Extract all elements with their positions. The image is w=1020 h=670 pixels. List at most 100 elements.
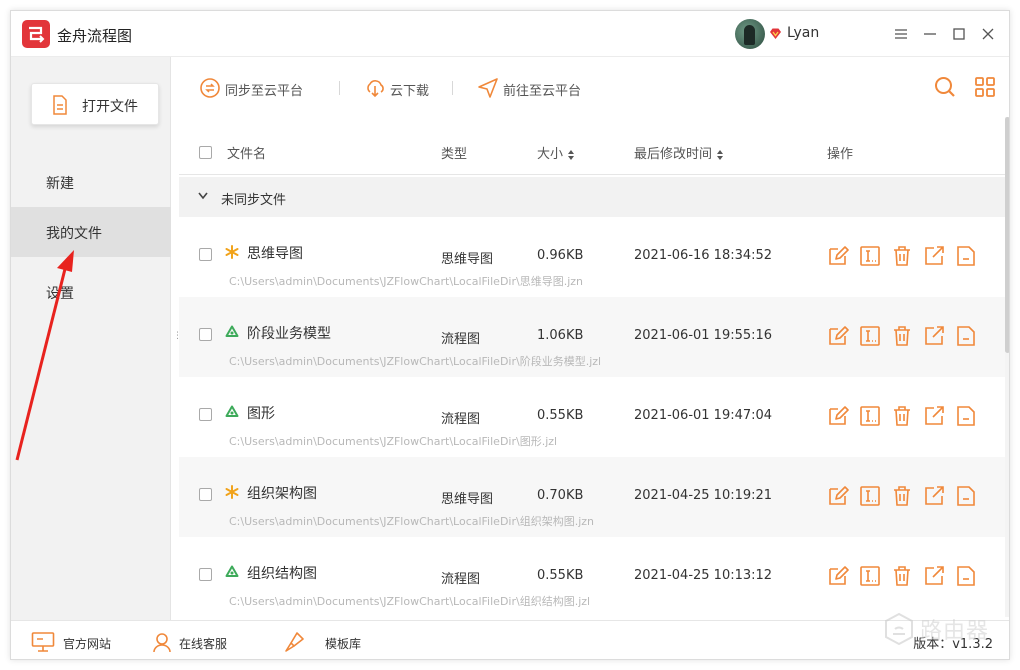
- file-name[interactable]: 图形: [247, 403, 275, 423]
- sidebar-item-settings[interactable]: 设置: [11, 267, 171, 317]
- online-support-label: 在线客服: [179, 637, 228, 651]
- header-size-label: 大小: [537, 147, 564, 162]
- sync-label: 同步至云平台: [225, 84, 304, 99]
- minimize-icon[interactable]: [920, 24, 940, 44]
- sort-icon[interactable]: [567, 149, 575, 161]
- trash-icon[interactable]: [891, 245, 913, 267]
- maximize-icon[interactable]: [949, 24, 969, 44]
- group-unsynced[interactable]: 未同步文件: [179, 177, 1005, 217]
- row-checkbox[interactable]: [199, 248, 212, 261]
- file-size: 1.06KB: [537, 328, 584, 343]
- edit-icon[interactable]: [827, 405, 849, 427]
- app-title: 金舟流程图: [57, 27, 133, 45]
- file-modified: 2021-04-25 10:13:12: [634, 568, 773, 583]
- main-panel: 同步至云平台 云下载 前往至云平台 文件名 类型 大小 最后修改时间 操作 未同…: [179, 57, 1009, 620]
- file-path: C:\Users\admin\Documents\JZFlowChart\Loc…: [229, 275, 583, 288]
- sidebar-item-new[interactable]: 新建: [11, 157, 171, 207]
- save-as-icon[interactable]: [955, 245, 977, 267]
- row-checkbox[interactable]: [199, 488, 212, 501]
- export-icon[interactable]: [923, 565, 945, 587]
- export-icon[interactable]: [923, 245, 945, 267]
- edit-icon[interactable]: [827, 325, 849, 347]
- sidebar-item-label: 我的文件: [46, 226, 102, 242]
- save-as-icon[interactable]: [955, 565, 977, 587]
- save-as-icon[interactable]: [955, 325, 977, 347]
- save-as-icon[interactable]: [955, 405, 977, 427]
- file-name[interactable]: 阶段业务模型: [247, 323, 331, 343]
- file-name[interactable]: 思维导图: [247, 243, 303, 263]
- row-checkbox[interactable]: [199, 408, 212, 421]
- sidebar-item-label: 设置: [46, 286, 74, 302]
- vip-badge-icon: [770, 28, 781, 39]
- sidebar-resize-handle[interactable]: ⋮: [173, 331, 182, 341]
- header-modified-label: 最后修改时间: [634, 147, 713, 162]
- table-row[interactable]: 组织架构图 C:\Users\admin\Documents\JZFlowChar…: [179, 457, 1005, 537]
- file-type: 流程图: [441, 412, 481, 427]
- file-type: 思维导图: [441, 492, 494, 507]
- sort-icon[interactable]: [716, 149, 724, 161]
- export-icon[interactable]: [923, 405, 945, 427]
- file-path: C:\Users\admin\Documents\JZFlowChart\Loc…: [229, 355, 602, 368]
- user-avatar[interactable]: [735, 19, 765, 49]
- rename-icon[interactable]: [859, 405, 881, 427]
- table-row[interactable]: 思维导图 C:\Users\admin\Documents\JZFlowChart…: [179, 217, 1005, 297]
- table-row[interactable]: 图形 C:\Users\admin\Documents\JZFlowChart\L…: [179, 377, 1005, 457]
- official-website-label: 官方网站: [63, 637, 112, 651]
- file-name[interactable]: 组织架构图: [247, 483, 317, 503]
- file-name[interactable]: 组织结构图: [247, 563, 317, 583]
- table-header: 文件名 类型 大小 最后修改时间 操作: [179, 127, 1005, 175]
- trash-icon[interactable]: [891, 565, 913, 587]
- close-icon[interactable]: [978, 24, 998, 44]
- watermark-logo: 路由器: [880, 610, 1010, 650]
- row-checkbox[interactable]: [199, 568, 212, 581]
- file-icon: [53, 95, 67, 115]
- trash-icon[interactable]: [891, 325, 913, 347]
- edit-icon[interactable]: [827, 245, 849, 267]
- header-modified[interactable]: 最后修改时间: [634, 143, 724, 162]
- goto-cloud-label: 前往至云平台: [503, 84, 582, 99]
- export-icon[interactable]: [923, 485, 945, 507]
- rename-icon[interactable]: [859, 325, 881, 347]
- select-all-checkbox[interactable]: [199, 146, 212, 159]
- search-icon[interactable]: [933, 75, 957, 99]
- scrollbar-thumb[interactable]: [1005, 117, 1009, 353]
- open-file-button[interactable]: 打开文件: [31, 83, 159, 125]
- rename-icon[interactable]: [859, 485, 881, 507]
- sidebar-item-my-files[interactable]: 我的文件: [11, 207, 171, 257]
- grid-view-icon[interactable]: [973, 75, 997, 99]
- sync-icon: [200, 78, 220, 98]
- mindmap-star-icon: [225, 485, 239, 499]
- header-type[interactable]: 类型: [441, 143, 467, 162]
- chevron-down-icon[interactable]: [197, 191, 209, 201]
- header-size[interactable]: 大小: [537, 143, 575, 162]
- open-file-label: 打开文件: [82, 99, 138, 115]
- trash-icon[interactable]: [891, 485, 913, 507]
- trash-icon[interactable]: [891, 405, 913, 427]
- file-modified: 2021-06-01 19:55:16: [634, 328, 773, 343]
- table-row[interactable]: 组织结构图 C:\Users\admin\Documents\JZFlowChar…: [179, 537, 1005, 617]
- rename-icon[interactable]: [859, 245, 881, 267]
- user-name[interactable]: Lyan: [787, 25, 819, 41]
- group-label: 未同步文件: [221, 193, 287, 208]
- row-checkbox[interactable]: [199, 328, 212, 341]
- footer: 官方网站 在线客服 模板库 版本：v1.3.2: [11, 620, 1009, 659]
- header-name[interactable]: 文件名: [227, 143, 266, 162]
- edit-icon[interactable]: [827, 485, 849, 507]
- title-bar: 金舟流程图 Lyan: [11, 11, 1009, 57]
- menu-icon[interactable]: [891, 24, 911, 44]
- edit-icon[interactable]: [827, 565, 849, 587]
- mindmap-star-icon: [225, 245, 239, 259]
- rename-icon[interactable]: [859, 565, 881, 587]
- save-as-icon[interactable]: [955, 485, 977, 507]
- table-row[interactable]: 阶段业务模型 C:\Users\admin\Documents\JZFlowCha…: [179, 297, 1005, 377]
- export-icon[interactable]: [923, 325, 945, 347]
- sidebar-item-label: 新建: [46, 176, 74, 192]
- file-type: 流程图: [441, 332, 481, 347]
- file-type: 思维导图: [441, 252, 494, 267]
- scrollbar[interactable]: [1005, 117, 1009, 617]
- send-icon: [478, 78, 498, 98]
- template-library-label: 模板库: [325, 637, 362, 651]
- app-logo-icon: [22, 20, 50, 48]
- file-modified: 2021-04-25 10:19:21: [634, 488, 773, 503]
- cloud-download-icon: [367, 80, 384, 98]
